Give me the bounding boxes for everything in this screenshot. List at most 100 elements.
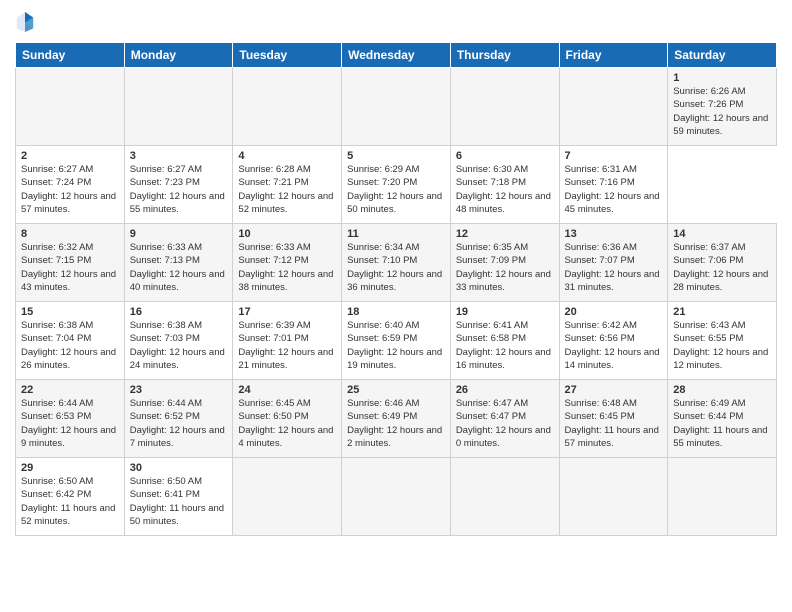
week-row-2: 2Sunrise: 6:27 AMSunset: 7:24 PMDaylight… [16, 146, 777, 224]
day-info: Sunrise: 6:42 AMSunset: 6:56 PMDaylight:… [565, 319, 663, 372]
day-number: 30 [130, 462, 228, 474]
day-info: Sunrise: 6:47 AMSunset: 6:47 PMDaylight:… [456, 397, 554, 450]
day-info: Sunrise: 6:32 AMSunset: 7:15 PMDaylight:… [21, 241, 119, 294]
day-info: Sunrise: 6:38 AMSunset: 7:04 PMDaylight:… [21, 319, 119, 372]
day-info: Sunrise: 6:33 AMSunset: 7:12 PMDaylight:… [238, 241, 336, 294]
day-info: Sunrise: 6:40 AMSunset: 6:59 PMDaylight:… [347, 319, 445, 372]
day-number: 3 [130, 150, 228, 162]
day-number: 19 [456, 306, 554, 318]
calendar-cell: 27Sunrise: 6:48 AMSunset: 6:45 PMDayligh… [559, 380, 668, 458]
calendar-cell: 28Sunrise: 6:49 AMSunset: 6:44 PMDayligh… [668, 380, 777, 458]
calendar-cell [450, 458, 559, 536]
calendar-cell: 5Sunrise: 6:29 AMSunset: 7:20 PMDaylight… [342, 146, 451, 224]
day-number: 6 [456, 150, 554, 162]
calendar-cell: 2Sunrise: 6:27 AMSunset: 7:24 PMDaylight… [16, 146, 125, 224]
day-info: Sunrise: 6:43 AMSunset: 6:55 PMDaylight:… [673, 319, 771, 372]
day-info: Sunrise: 6:27 AMSunset: 7:24 PMDaylight:… [21, 163, 119, 216]
calendar-cell: 3Sunrise: 6:27 AMSunset: 7:23 PMDaylight… [124, 146, 233, 224]
day-number: 15 [21, 306, 119, 318]
calendar-cell: 12Sunrise: 6:35 AMSunset: 7:09 PMDayligh… [450, 224, 559, 302]
day-info: Sunrise: 6:46 AMSunset: 6:49 PMDaylight:… [347, 397, 445, 450]
calendar-cell: 22Sunrise: 6:44 AMSunset: 6:53 PMDayligh… [16, 380, 125, 458]
day-info: Sunrise: 6:30 AMSunset: 7:18 PMDaylight:… [456, 163, 554, 216]
calendar-cell [559, 68, 668, 146]
day-number: 12 [456, 228, 554, 240]
day-number: 7 [565, 150, 663, 162]
calendar-cell: 11Sunrise: 6:34 AMSunset: 7:10 PMDayligh… [342, 224, 451, 302]
logo [15, 10, 37, 34]
calendar-container: SundayMondayTuesdayWednesdayThursdayFrid… [0, 0, 792, 546]
calendar-cell: 9Sunrise: 6:33 AMSunset: 7:13 PMDaylight… [124, 224, 233, 302]
day-number: 25 [347, 384, 445, 396]
calendar-cell: 30Sunrise: 6:50 AMSunset: 6:41 PMDayligh… [124, 458, 233, 536]
day-number: 28 [673, 384, 771, 396]
calendar-cell: 16Sunrise: 6:38 AMSunset: 7:03 PMDayligh… [124, 302, 233, 380]
week-row-6: 29Sunrise: 6:50 AMSunset: 6:42 PMDayligh… [16, 458, 777, 536]
calendar-cell [668, 458, 777, 536]
day-info: Sunrise: 6:39 AMSunset: 7:01 PMDaylight:… [238, 319, 336, 372]
calendar-cell: 26Sunrise: 6:47 AMSunset: 6:47 PMDayligh… [450, 380, 559, 458]
calendar-cell [124, 68, 233, 146]
day-info: Sunrise: 6:50 AMSunset: 6:42 PMDaylight:… [21, 475, 119, 528]
week-row-3: 8Sunrise: 6:32 AMSunset: 7:15 PMDaylight… [16, 224, 777, 302]
calendar-cell [342, 458, 451, 536]
day-number: 8 [21, 228, 119, 240]
week-row-1: 1Sunrise: 6:26 AMSunset: 7:26 PMDaylight… [16, 68, 777, 146]
day-number: 26 [456, 384, 554, 396]
calendar-cell: 23Sunrise: 6:44 AMSunset: 6:52 PMDayligh… [124, 380, 233, 458]
day-info: Sunrise: 6:34 AMSunset: 7:10 PMDaylight:… [347, 241, 445, 294]
day-info: Sunrise: 6:27 AMSunset: 7:23 PMDaylight:… [130, 163, 228, 216]
calendar-cell: 10Sunrise: 6:33 AMSunset: 7:12 PMDayligh… [233, 224, 342, 302]
day-info: Sunrise: 6:44 AMSunset: 6:52 PMDaylight:… [130, 397, 228, 450]
day-info: Sunrise: 6:44 AMSunset: 6:53 PMDaylight:… [21, 397, 119, 450]
day-number: 27 [565, 384, 663, 396]
header [15, 10, 777, 34]
weekday-header-row: SundayMondayTuesdayWednesdayThursdayFrid… [16, 43, 777, 68]
calendar-cell: 17Sunrise: 6:39 AMSunset: 7:01 PMDayligh… [233, 302, 342, 380]
day-number: 18 [347, 306, 445, 318]
calendar-cell [233, 458, 342, 536]
calendar-cell: 25Sunrise: 6:46 AMSunset: 6:49 PMDayligh… [342, 380, 451, 458]
calendar-cell: 1Sunrise: 6:26 AMSunset: 7:26 PMDaylight… [668, 68, 777, 146]
logo-icon [15, 10, 35, 34]
calendar-table: SundayMondayTuesdayWednesdayThursdayFrid… [15, 42, 777, 536]
calendar-cell: 13Sunrise: 6:36 AMSunset: 7:07 PMDayligh… [559, 224, 668, 302]
day-number: 22 [21, 384, 119, 396]
day-info: Sunrise: 6:33 AMSunset: 7:13 PMDaylight:… [130, 241, 228, 294]
weekday-header-saturday: Saturday [668, 43, 777, 68]
day-number: 2 [21, 150, 119, 162]
day-info: Sunrise: 6:29 AMSunset: 7:20 PMDaylight:… [347, 163, 445, 216]
calendar-cell [450, 68, 559, 146]
day-number: 23 [130, 384, 228, 396]
day-number: 29 [21, 462, 119, 474]
calendar-cell: 4Sunrise: 6:28 AMSunset: 7:21 PMDaylight… [233, 146, 342, 224]
day-info: Sunrise: 6:35 AMSunset: 7:09 PMDaylight:… [456, 241, 554, 294]
week-row-5: 22Sunrise: 6:44 AMSunset: 6:53 PMDayligh… [16, 380, 777, 458]
week-row-4: 15Sunrise: 6:38 AMSunset: 7:04 PMDayligh… [16, 302, 777, 380]
day-number: 24 [238, 384, 336, 396]
day-info: Sunrise: 6:45 AMSunset: 6:50 PMDaylight:… [238, 397, 336, 450]
day-info: Sunrise: 6:49 AMSunset: 6:44 PMDaylight:… [673, 397, 771, 450]
day-number: 4 [238, 150, 336, 162]
day-number: 9 [130, 228, 228, 240]
weekday-header-wednesday: Wednesday [342, 43, 451, 68]
calendar-cell: 14Sunrise: 6:37 AMSunset: 7:06 PMDayligh… [668, 224, 777, 302]
weekday-header-thursday: Thursday [450, 43, 559, 68]
day-info: Sunrise: 6:48 AMSunset: 6:45 PMDaylight:… [565, 397, 663, 450]
day-number: 21 [673, 306, 771, 318]
weekday-header-sunday: Sunday [16, 43, 125, 68]
day-number: 20 [565, 306, 663, 318]
calendar-cell: 20Sunrise: 6:42 AMSunset: 6:56 PMDayligh… [559, 302, 668, 380]
day-info: Sunrise: 6:37 AMSunset: 7:06 PMDaylight:… [673, 241, 771, 294]
calendar-cell: 21Sunrise: 6:43 AMSunset: 6:55 PMDayligh… [668, 302, 777, 380]
day-number: 13 [565, 228, 663, 240]
day-info: Sunrise: 6:26 AMSunset: 7:26 PMDaylight:… [673, 85, 771, 138]
calendar-cell [16, 68, 125, 146]
day-info: Sunrise: 6:31 AMSunset: 7:16 PMDaylight:… [565, 163, 663, 216]
day-info: Sunrise: 6:38 AMSunset: 7:03 PMDaylight:… [130, 319, 228, 372]
day-number: 17 [238, 306, 336, 318]
calendar-cell: 7Sunrise: 6:31 AMSunset: 7:16 PMDaylight… [559, 146, 668, 224]
calendar-cell: 15Sunrise: 6:38 AMSunset: 7:04 PMDayligh… [16, 302, 125, 380]
day-number: 1 [673, 72, 771, 84]
weekday-header-friday: Friday [559, 43, 668, 68]
